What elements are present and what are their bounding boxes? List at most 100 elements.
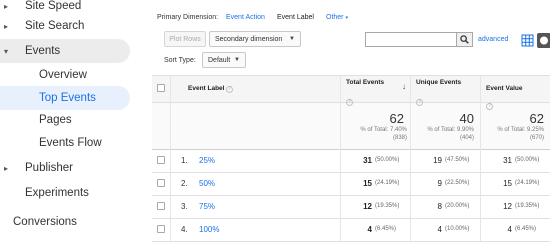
advanced-search-link[interactable]: advanced	[478, 36, 508, 43]
help-icon[interactable]: ?	[346, 90, 353, 108]
total-events-base: (838)	[392, 135, 407, 141]
event-value-total: 62	[529, 111, 544, 126]
sidebar-item-experiments[interactable]: Experiments	[0, 181, 130, 205]
search-input[interactable]	[365, 32, 457, 47]
total-events-percent: (50.00%)	[375, 157, 400, 163]
sort-type-value: Default	[208, 56, 231, 64]
sidebar-item-label: Conversions	[13, 216, 77, 228]
total-events-percent: (6.45%)	[375, 226, 397, 232]
unique-events-value: 8	[437, 202, 442, 211]
row-index: 4.	[181, 225, 188, 234]
sidebar-item-conversions[interactable]: Conversions	[0, 210, 130, 234]
total-events-percent: (19.35%)	[375, 203, 400, 209]
sidebar-item-pages[interactable]: Pages	[0, 108, 130, 132]
help-icon[interactable]: ?	[226, 86, 234, 93]
total-events-value: 4	[367, 225, 372, 234]
secondary-dimension-dropdown[interactable]: Secondary dimension ▼	[209, 31, 301, 47]
table-divider	[152, 172, 550, 173]
help-icon[interactable]: ?	[416, 90, 423, 108]
report-main: Primary Dimension: Event Action Event La…	[152, 0, 550, 243]
pie-view-icon[interactable]	[537, 33, 550, 48]
caret-right-icon: ▸	[4, 1, 9, 11]
table-col-divider	[480, 75, 481, 241]
total-events-value: 12	[363, 202, 372, 211]
event-value-percent: (24.19%)	[515, 180, 540, 186]
sidebar-item-label: Top Events	[39, 92, 96, 104]
primary-dimension-label: Primary Dimension:	[157, 14, 219, 21]
select-all-checkbox[interactable]	[157, 84, 165, 92]
sidebar-item-label: Publisher	[25, 162, 73, 174]
column-header-total-events[interactable]: Total Events	[346, 79, 384, 86]
help-icon[interactable]: ?	[486, 94, 493, 112]
event-value-percent: (50.00%)	[515, 157, 540, 163]
total-events-value: 15	[363, 179, 372, 188]
row-checkbox[interactable]	[157, 156, 165, 164]
event-label-link[interactable]: 75%	[199, 202, 215, 211]
sidebar-item-top-events[interactable]: Top Events	[0, 86, 130, 110]
event-value-pct: % of Total: 9.25%	[497, 127, 544, 133]
chevron-down-icon: ▼	[234, 57, 240, 63]
plot-rows-button[interactable]: Plot Rows	[164, 31, 206, 47]
sort-type-label: Sort Type:	[164, 57, 196, 64]
dimension-other-label: Other	[326, 14, 344, 21]
table-col-divider	[410, 75, 411, 241]
table-divider	[152, 149, 550, 150]
secondary-dimension-label: Secondary dimension	[215, 35, 283, 43]
event-value-value: 31	[503, 156, 512, 165]
caret-down-icon: ▾	[4, 46, 9, 56]
chevron-down-icon: ▼	[289, 36, 295, 42]
row-index: 3.	[181, 202, 188, 211]
row-checkbox[interactable]	[157, 179, 165, 187]
column-header-unique-events[interactable]: Unique Events	[416, 79, 461, 86]
row-index: 1.	[181, 156, 188, 165]
sidebar-item-label: Events	[25, 45, 61, 57]
row-checkbox[interactable]	[157, 225, 165, 233]
column-header-label: Unique Events	[416, 79, 462, 86]
sidebar-item-publisher[interactable]: ▸ Publisher	[0, 156, 130, 180]
column-header-event-label[interactable]: Event Label ?	[188, 85, 234, 93]
event-value-percent: (6.45%)	[515, 226, 537, 232]
event-value-value: 15	[503, 179, 512, 188]
sidebar-item-label: Pages	[39, 114, 72, 126]
event-label-link[interactable]: 25%	[199, 156, 215, 165]
search-icon	[460, 35, 469, 44]
sidebar-item-site-search[interactable]: ▸ Site Search	[0, 14, 130, 38]
sidebar-item-label: Experiments	[25, 187, 89, 199]
sidebar-item-overview[interactable]: Overview	[0, 63, 130, 87]
sidebar-item-events-flow[interactable]: Events Flow	[0, 131, 130, 155]
sort-type-dropdown[interactable]: Default ▼	[202, 52, 246, 68]
unique-events-percent: (20.00%)	[445, 203, 470, 209]
chevron-down-icon: ▾	[345, 15, 348, 21]
dimension-event-action-link[interactable]: Event Action	[226, 14, 265, 21]
total-events-pct: % of Total: 7.40%	[360, 127, 407, 133]
sidebar-item-label: Events Flow	[39, 137, 102, 149]
sidebar: ▸ Site Speed ▸ Site Search ▾ Events Over…	[0, 0, 133, 243]
unique-events-value: 9	[437, 179, 442, 188]
event-label-link[interactable]: 100%	[199, 225, 219, 234]
column-header-label: Total Events	[346, 79, 385, 86]
table-col-divider	[340, 75, 341, 241]
unique-events-base: (404)	[459, 135, 474, 141]
total-events-value: 31	[363, 156, 372, 165]
table-view-icon[interactable]	[521, 34, 534, 47]
column-header-event-value[interactable]: Event Value	[486, 85, 523, 92]
sidebar-item-label: Overview	[39, 69, 87, 81]
sidebar-item-events[interactable]: ▾ Events	[0, 39, 130, 63]
row-checkbox[interactable]	[157, 202, 165, 210]
plot-rows-label: Plot Rows	[169, 35, 201, 43]
event-value-value: 4	[507, 225, 512, 234]
sidebar-item-label: Site Search	[25, 20, 85, 32]
search-button[interactable]	[456, 32, 473, 47]
sort-descending-icon[interactable]: ↓	[402, 82, 406, 91]
unique-events-percent: (22.50%)	[445, 180, 470, 186]
table-divider	[152, 195, 550, 196]
dimension-event-label-active: Event Label	[277, 14, 314, 21]
unique-events-value: 4	[437, 225, 442, 234]
table-divider	[152, 241, 550, 242]
event-label-link[interactable]: 50%	[199, 179, 215, 188]
table-border	[152, 75, 550, 76]
total-events-total: 62	[389, 111, 404, 126]
event-value-percent: (19.35%)	[515, 203, 540, 209]
unique-events-percent: (10.00%)	[445, 226, 470, 232]
dimension-other-dropdown[interactable]: Other ▾	[326, 14, 348, 21]
